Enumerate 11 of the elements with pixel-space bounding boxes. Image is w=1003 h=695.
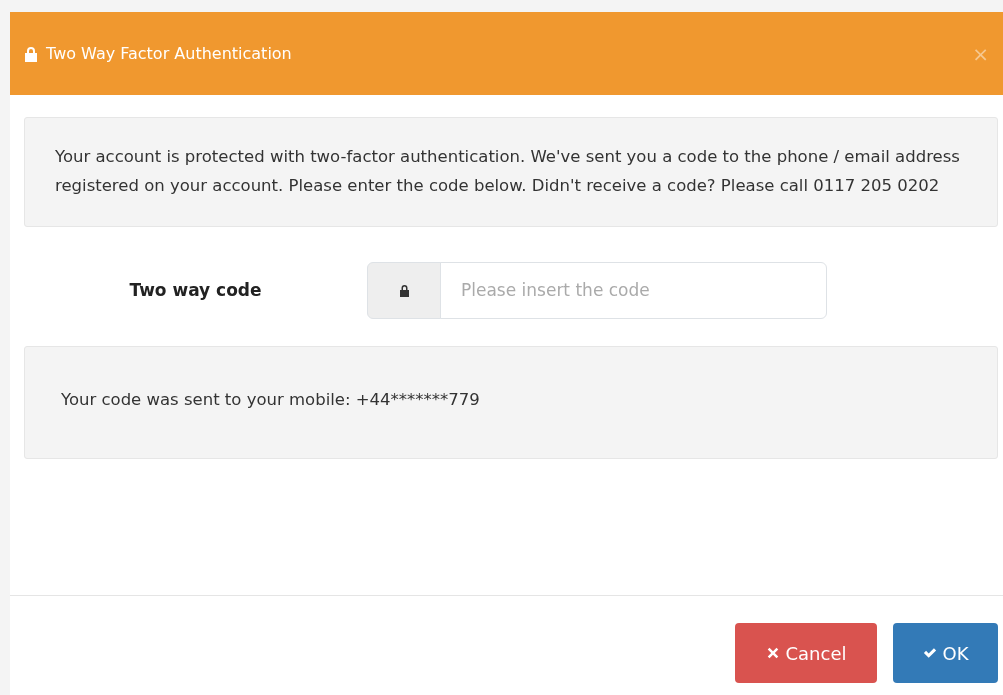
check-icon xyxy=(922,646,937,660)
lock-icon xyxy=(398,284,410,297)
cancel-button[interactable]: Cancel xyxy=(735,623,877,683)
x-icon xyxy=(765,646,780,660)
ok-button[interactable]: OK xyxy=(893,623,998,683)
sent-message: Your code was sent to your mobile: +44*******779 xyxy=(60,389,481,411)
lock-icon xyxy=(24,45,38,62)
field-label: Two way code xyxy=(128,278,263,302)
notice-text: Your account is protected with two-factor authentication. We've sent you a code to the phone / email address registered on your account. Please enter the code below. Didn't receive a code? Please call 0117 205 0202 xyxy=(54,146,961,197)
dialog-title: Two Way Factor Authentication xyxy=(46,42,292,65)
code-input[interactable]: Please insert the code xyxy=(440,262,827,319)
